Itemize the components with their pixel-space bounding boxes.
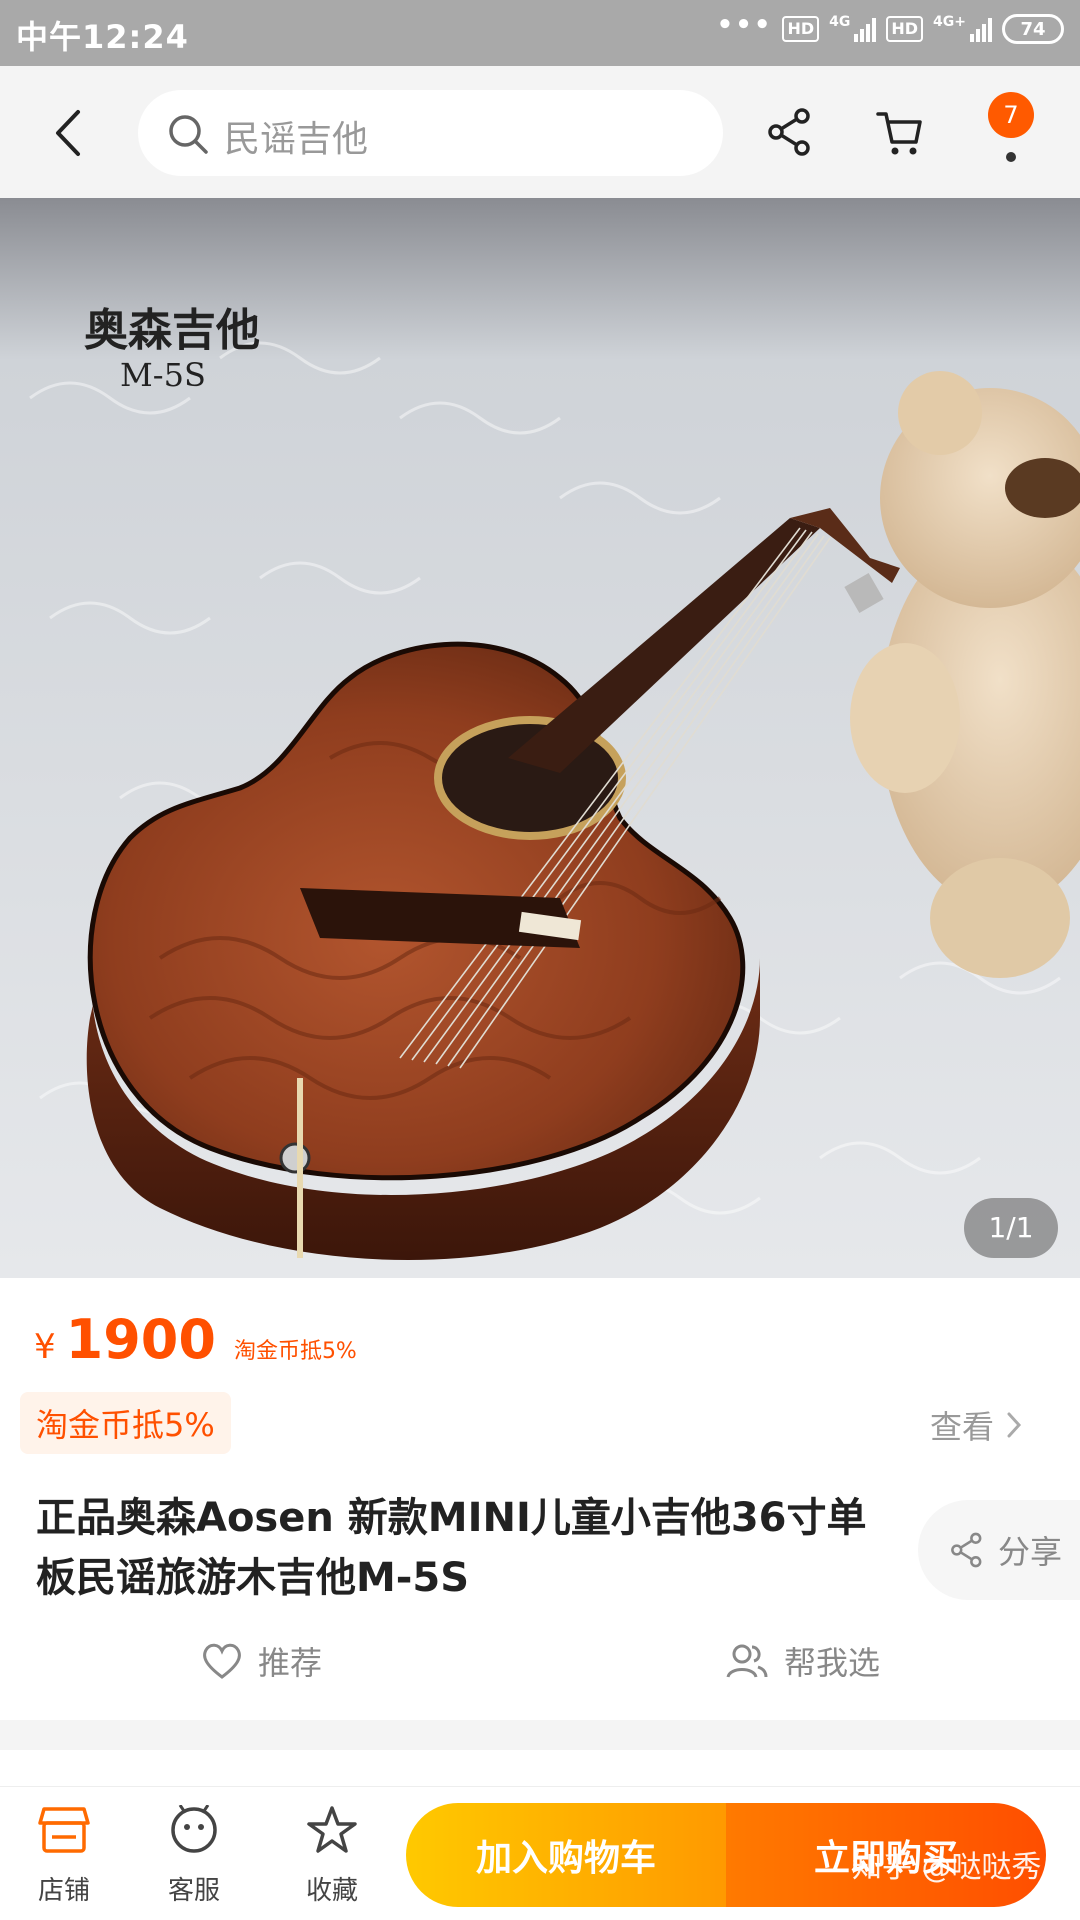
header-cart-button[interactable] [874, 106, 926, 158]
next-section-card [0, 1750, 1080, 1790]
price-currency: ¥ [34, 1327, 56, 1367]
share-button[interactable]: 分享 [918, 1500, 1080, 1600]
battery-icon: 74 [1002, 14, 1064, 44]
coin-discount-tag[interactable]: 淘金币抵5% [20, 1392, 231, 1454]
network-type-1: 4G [829, 14, 851, 30]
recommend-label: 推荐 [258, 1644, 323, 1682]
service-icon [171, 1804, 217, 1853]
top-nav-bar: 民谣吉他 7 [0, 66, 1080, 198]
image-brand-text: 奥森吉他 [84, 305, 260, 356]
share-icon [768, 108, 810, 156]
signal-icon-2 [970, 16, 992, 42]
status-bar: 中午12:24 ••• HD 4G HD 4G+ 74 [0, 0, 1080, 66]
search-placeholder: 民谣吉他 [224, 119, 369, 160]
heart-icon [203, 1643, 241, 1679]
chevron-right-icon [1007, 1412, 1022, 1438]
view-label: 查看 [930, 1408, 995, 1446]
image-model-text: M-5S [120, 356, 206, 394]
action-row: 推荐 帮我选 [0, 1628, 1080, 1698]
product-image[interactable]: 奥森吉他 M-5S 1/1 [0, 198, 1080, 1278]
status-indicators: ••• HD 4G HD 4G+ 74 [717, 10, 1064, 44]
favorite-label: 收藏 [305, 1876, 358, 1906]
search-input[interactable]: 民谣吉他 [138, 90, 723, 176]
help-pick-button[interactable]: 帮我选 [724, 1638, 880, 1684]
header-share-button[interactable] [764, 106, 816, 158]
product-title: 正品奥森Aosen 新款MINI儿童小吉他36寸单板民谣旅游木吉他M-5S [36, 1495, 867, 1601]
star-icon [307, 1806, 357, 1853]
recommend-button[interactable]: 推荐 [200, 1638, 322, 1684]
section-divider [0, 1720, 1080, 1750]
cart-icon [876, 112, 922, 155]
hd-icon: HD [782, 16, 820, 42]
back-icon [56, 110, 80, 156]
watermark-text: 知乎 @哒哒秀 [852, 1850, 1042, 1885]
price-coin-tag: 淘金币抵5% [233, 1339, 357, 1364]
share-label: 分享 [998, 1533, 1063, 1571]
more-menu-button[interactable]: 7 [978, 92, 1042, 176]
price-value: 1900 [65, 1308, 216, 1371]
share-icon [951, 1532, 982, 1568]
hd-icon-2: HD [886, 16, 924, 42]
shop-icon [38, 1807, 90, 1853]
price-row: ¥ 1900 淘金币抵5% [34, 1308, 357, 1371]
product-info-panel: ¥ 1900 淘金币抵5% 淘金币抵5% 查看 正品奥森Aosen 新款MINI… [0, 1278, 1080, 1720]
more-dot-icon [1006, 152, 1016, 162]
favorite-button[interactable]: 收藏 [282, 1805, 382, 1907]
service-button[interactable]: 客服 [144, 1804, 244, 1907]
signal-icon [854, 16, 877, 42]
network-type-2: 4G+ [933, 14, 966, 30]
image-counter: 1/1 [964, 1198, 1058, 1258]
search-icon [169, 115, 208, 154]
back-button[interactable] [46, 106, 96, 160]
notification-dots: ••• [716, 10, 773, 40]
add-to-cart-button[interactable]: 加入购物车 [406, 1803, 726, 1907]
shop-button[interactable]: 店铺 [14, 1805, 114, 1907]
shop-label: 店铺 [37, 1876, 90, 1906]
help-pick-label: 帮我选 [784, 1644, 881, 1682]
view-link[interactable]: 查看 [930, 1402, 1024, 1448]
status-time: 中午12:24 [16, 18, 189, 56]
service-label: 客服 [167, 1876, 220, 1906]
cart-badge: 7 [988, 92, 1034, 138]
people-icon [726, 1644, 768, 1678]
